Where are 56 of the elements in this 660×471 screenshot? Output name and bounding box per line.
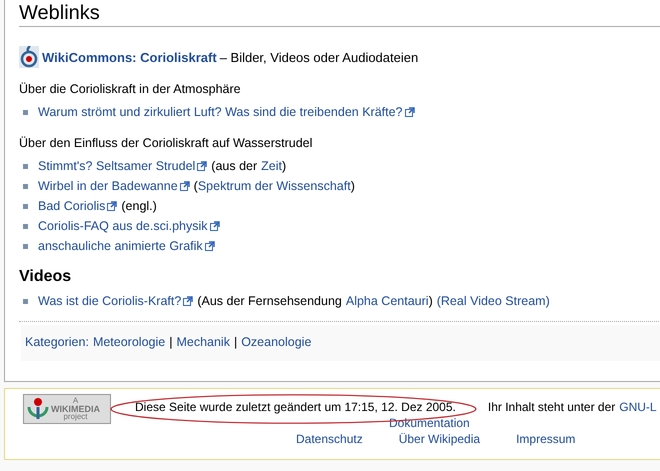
- category-link[interactable]: Mechanik: [176, 335, 230, 361]
- external-link[interactable]: anschauliche animierte Grafik: [38, 239, 203, 253]
- separator: |: [169, 335, 172, 351]
- external-link[interactable]: Stimmt's? Seltsamer Strudel: [38, 159, 196, 173]
- note-text: (aus der: [211, 159, 258, 173]
- license-link[interactable]: GNU-L: [619, 400, 657, 414]
- external-link-icon: [180, 181, 190, 191]
- category-link[interactable]: Ozeanologie: [241, 335, 312, 361]
- external-link[interactable]: Bad Coriolis: [38, 199, 106, 213]
- bullet-icon: [23, 244, 28, 248]
- commons-description: – Bilder, Videos oder Audiodateien: [220, 50, 418, 64]
- logo-text: A: [72, 397, 78, 405]
- footer-link[interactable]: Impressum: [516, 432, 576, 446]
- note-text: ): [282, 159, 286, 173]
- intro-text: Über die Corioliskraft in der Atmosphäre: [19, 81, 242, 98]
- link[interactable]: (Real Video Stream): [436, 294, 550, 308]
- categories-label[interactable]: Kategorien:: [25, 335, 89, 361]
- external-link[interactable]: Warum strömt und zirkuliert Luft? Was sind die treibenden Kräfte?: [38, 105, 403, 119]
- external-link[interactable]: Wirbel in der Badewanne: [38, 179, 178, 193]
- footer-link[interactable]: Datenschutz: [296, 432, 363, 446]
- external-link-icon: [204, 241, 215, 251]
- link[interactable]: Spektrum der Wissenschaft: [198, 179, 351, 193]
- note-text: ): [428, 294, 433, 308]
- external-link[interactable]: Was ist die Coriolis-Kraft?: [38, 294, 182, 308]
- last-modified-text: Diese Seite wurde zuletzt geändert um 17:15, 12. Dez 2005.: [135, 400, 456, 414]
- logo-text: WIKIMEDIA: [51, 405, 100, 413]
- note-text: (: [194, 179, 198, 193]
- bullet-icon: [23, 184, 28, 188]
- external-link-icon: [210, 221, 220, 231]
- link[interactable]: Zeit: [261, 159, 282, 173]
- bullet-icon: [23, 164, 28, 168]
- external-link[interactable]: Coriolis-FAQ aus de.sci.physik: [38, 219, 208, 233]
- bullet-icon: [23, 224, 28, 228]
- bullet-icon: [23, 298, 28, 304]
- external-link-icon: [404, 107, 415, 117]
- note-text: ): [350, 179, 355, 193]
- license-text: Ihr Inhalt steht unter der: [488, 400, 616, 414]
- commons-logo-icon: [19, 46, 39, 68]
- bullet-icon: [23, 110, 28, 114]
- note-text: (engl.): [121, 199, 157, 213]
- external-link-icon: [183, 296, 194, 306]
- footer-link[interactable]: Über Wikipedia: [398, 432, 480, 446]
- footer-link[interactable]: Dokumentation: [389, 416, 470, 430]
- bullet-icon: [23, 204, 28, 208]
- external-link-icon: [197, 161, 208, 171]
- note-text: (Aus der Fernsehsendung: [197, 294, 342, 308]
- link[interactable]: Alpha Centauri: [346, 294, 429, 308]
- section-heading: Videos: [19, 267, 72, 287]
- separator: |: [234, 335, 238, 351]
- logo-text: project: [63, 413, 88, 421]
- category-link[interactable]: Meteorologie: [92, 335, 166, 361]
- intro-text: Über den Einfluss der Corioliskraft auf Wasserstrudel: [19, 135, 314, 152]
- section-heading: Weblinks: [19, 0, 660, 27]
- commons-link[interactable]: WikiCommons: Corioliskraft: [42, 50, 217, 64]
- external-link-icon: [107, 201, 118, 211]
- wikimedia-icon: [27, 397, 49, 421]
